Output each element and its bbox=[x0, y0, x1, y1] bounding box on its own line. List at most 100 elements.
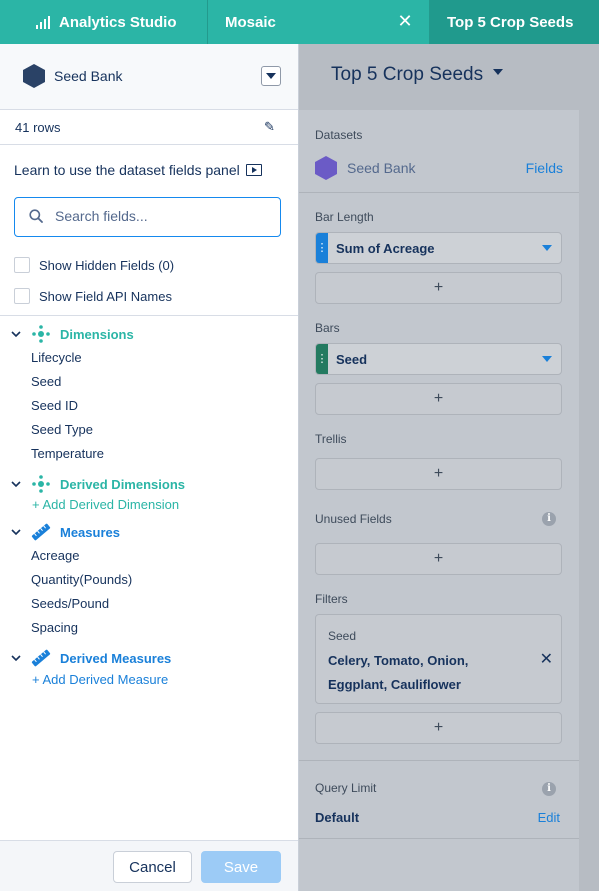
properties-body: Datasets Seed Bank Fields Bar Length ⋮ S… bbox=[299, 110, 579, 891]
rows-line: 41 rows ✎ bbox=[0, 110, 298, 145]
divider bbox=[0, 315, 298, 316]
remove-filter-icon[interactable]: ✕ bbox=[540, 649, 553, 669]
filter-field-name: Seed bbox=[328, 629, 357, 643]
cancel-button[interactable]: Cancel bbox=[113, 851, 192, 883]
field-item[interactable]: Spacing bbox=[31, 620, 78, 635]
show-api-names-label: Show Field API Names bbox=[39, 288, 172, 304]
dataset-row: Seed Bank Fields bbox=[315, 156, 563, 180]
chevron-down-icon bbox=[11, 655, 21, 662]
derived-measures-section-header[interactable]: Derived Measures bbox=[10, 649, 171, 667]
info-icon[interactable]: i bbox=[542, 512, 556, 526]
query-limit-value: Default bbox=[315, 810, 360, 825]
add-trellis-button[interactable]: + bbox=[315, 458, 562, 490]
derived-dimensions-title: Derived Dimensions bbox=[60, 476, 185, 492]
derived-measures-title: Derived Measures bbox=[60, 650, 172, 666]
dataset-name: Seed Bank bbox=[347, 160, 416, 176]
search-icon bbox=[29, 209, 43, 223]
bars-field-pill[interactable]: ⋮ Seed bbox=[315, 343, 562, 375]
show-hidden-fields-label: Show Hidden Fields (0) bbox=[39, 257, 175, 273]
ruler-icon bbox=[31, 649, 51, 667]
field-item[interactable]: Lifecycle bbox=[31, 350, 82, 365]
row-count: 41 rows bbox=[15, 120, 61, 135]
close-tab-icon[interactable]: ✕ bbox=[397, 12, 413, 30]
bars-label: Bars bbox=[315, 321, 340, 335]
checkbox-box[interactable] bbox=[14, 288, 30, 304]
caret-down-icon bbox=[493, 69, 504, 75]
panel-footer: Cancel Save bbox=[0, 840, 298, 891]
info-icon[interactable]: i bbox=[542, 782, 556, 796]
field-item[interactable]: Seed bbox=[31, 374, 61, 389]
divider bbox=[299, 192, 579, 193]
filter-card[interactable]: Seed Celery, Tomato, Onion, Eggplant, Ca… bbox=[315, 614, 562, 704]
widget-title[interactable]: Top 5 Crop Seeds bbox=[331, 64, 504, 86]
show-hidden-fields-checkbox[interactable]: Show Hidden Fields (0) bbox=[14, 257, 174, 273]
edit-query-limit-link[interactable]: Edit bbox=[538, 810, 560, 825]
dataset-hexagon-icon bbox=[315, 156, 337, 180]
tab-analytics-studio[interactable]: Analytics Studio bbox=[0, 0, 208, 44]
search-box bbox=[14, 197, 281, 237]
dimension-icon bbox=[32, 325, 50, 343]
dropdown-arrow-icon[interactable] bbox=[542, 245, 552, 251]
query-limit-label: Query Limit bbox=[315, 781, 377, 795]
add-bars-button[interactable]: + bbox=[315, 383, 562, 415]
divider bbox=[299, 838, 579, 839]
datasets-label: Datasets bbox=[315, 128, 363, 142]
chevron-down-icon bbox=[11, 481, 21, 488]
pencil-icon[interactable]: ✎ bbox=[264, 119, 278, 134]
measures-title: Measures bbox=[60, 524, 120, 540]
tab-bar: Analytics Studio Mosaic ✕ Top 5 Crop See… bbox=[0, 0, 599, 44]
filter-values: Celery, Tomato, Onion, Eggplant, Caulifl… bbox=[328, 653, 469, 692]
tab-mosaic-label: Mosaic bbox=[225, 13, 276, 31]
ruler-icon bbox=[31, 523, 51, 541]
chevron-down-icon bbox=[11, 529, 21, 536]
dataset-dropdown-button[interactable] bbox=[261, 66, 281, 86]
dataset-name: Seed Bank bbox=[54, 68, 123, 84]
tab-analytics-studio-label: Analytics Studio bbox=[59, 13, 177, 31]
dimension-icon bbox=[32, 475, 50, 493]
learn-text: Learn to use the dataset fields panel bbox=[14, 162, 240, 178]
field-item[interactable]: Seeds/Pound bbox=[31, 596, 109, 611]
field-item[interactable]: Seed Type bbox=[31, 422, 93, 437]
field-item[interactable]: Quantity(Pounds) bbox=[31, 572, 132, 587]
add-derived-dimension-link[interactable]: + Add Derived Dimension bbox=[32, 497, 179, 512]
dimensions-section-header[interactable]: Dimensions bbox=[10, 325, 134, 343]
bar-length-field-pill[interactable]: ⋮ Sum of Acreage bbox=[315, 232, 562, 264]
derived-dimensions-section-header[interactable]: Derived Dimensions bbox=[10, 475, 185, 493]
widget-title-text: Top 5 Crop Seeds bbox=[331, 64, 484, 85]
unused-fields-label: Unused Fields bbox=[315, 512, 392, 526]
add-bar-length-button[interactable]: + bbox=[315, 272, 562, 304]
bars-value: Seed bbox=[336, 352, 368, 367]
dataset-header: Seed Bank bbox=[0, 44, 298, 110]
drag-handle-icon[interactable]: ⋮ bbox=[316, 233, 328, 263]
search-input[interactable] bbox=[55, 208, 265, 224]
add-unused-field-button[interactable]: + bbox=[315, 543, 562, 575]
dataset-hexagon-icon bbox=[23, 64, 45, 88]
save-button[interactable]: Save bbox=[201, 851, 281, 883]
tab-top-5-crop-seeds[interactable]: Top 5 Crop Seeds bbox=[430, 0, 599, 44]
bar-length-value: Sum of Acreage bbox=[336, 241, 435, 256]
bar-length-label: Bar Length bbox=[315, 210, 374, 224]
trellis-label: Trellis bbox=[315, 432, 347, 446]
dropdown-arrow-icon[interactable] bbox=[542, 356, 552, 362]
field-item[interactable]: Seed ID bbox=[31, 398, 78, 413]
dataset-fields-panel: Seed Bank 41 rows ✎ Learn to use the dat… bbox=[0, 44, 299, 891]
learn-link[interactable]: Learn to use the dataset fields panel bbox=[14, 162, 262, 178]
filters-label: Filters bbox=[315, 592, 348, 606]
show-api-names-checkbox[interactable]: Show Field API Names bbox=[14, 288, 172, 304]
checkbox-box[interactable] bbox=[14, 257, 30, 273]
video-play-icon[interactable] bbox=[245, 164, 262, 176]
tab-active-label: Top 5 Crop Seeds bbox=[447, 13, 574, 31]
fields-link[interactable]: Fields bbox=[526, 160, 563, 176]
measures-section-header[interactable]: Measures bbox=[10, 523, 120, 541]
chevron-down-icon bbox=[11, 331, 21, 338]
bar-chart-icon bbox=[36, 16, 50, 29]
field-item[interactable]: Acreage bbox=[31, 548, 79, 563]
dimensions-title: Dimensions bbox=[60, 326, 134, 342]
widget-properties-panel: Top 5 Crop Seeds Datasets Seed Bank Fiel… bbox=[299, 44, 599, 891]
drag-handle-icon[interactable]: ⋮ bbox=[316, 344, 328, 374]
add-filter-button[interactable]: + bbox=[315, 712, 562, 744]
tab-mosaic[interactable]: Mosaic ✕ bbox=[208, 0, 430, 44]
divider bbox=[299, 760, 579, 761]
field-item[interactable]: Temperature bbox=[31, 446, 104, 461]
add-derived-measure-link[interactable]: + Add Derived Measure bbox=[32, 672, 168, 687]
